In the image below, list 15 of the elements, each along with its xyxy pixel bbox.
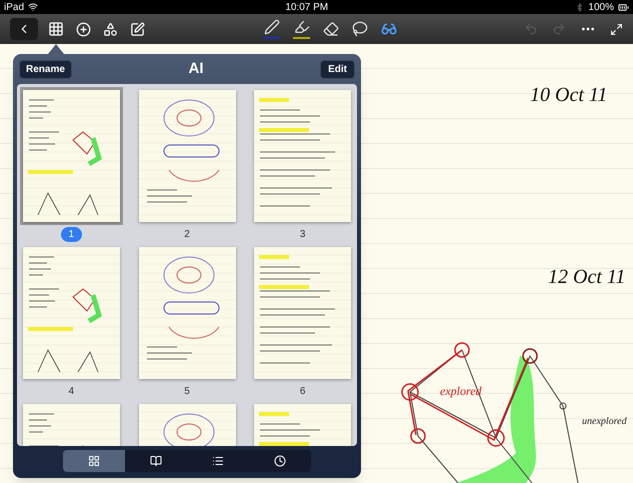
edit-button[interactable]: Edit — [320, 60, 355, 78]
page-number: 1 — [60, 227, 82, 242]
rename-button[interactable]: Rename — [19, 60, 72, 78]
handwritten-label: unexplored — [582, 415, 627, 429]
device-name: iPad — [4, 0, 24, 14]
page-number: 4 — [68, 385, 76, 399]
clock-time: 10:07 PM — [285, 0, 328, 14]
handwritten-date: 10 Oct 11 — [530, 83, 608, 108]
page-number: 2 — [183, 228, 191, 242]
battery-percentage: 100% — [588, 0, 614, 14]
page-number: 3 — [298, 228, 306, 242]
handwritten-date: 12 Oct 11 — [548, 265, 626, 290]
notebook-title: AI — [188, 58, 204, 79]
page-number: 6 — [298, 385, 306, 399]
page-number: 5 — [183, 385, 191, 399]
